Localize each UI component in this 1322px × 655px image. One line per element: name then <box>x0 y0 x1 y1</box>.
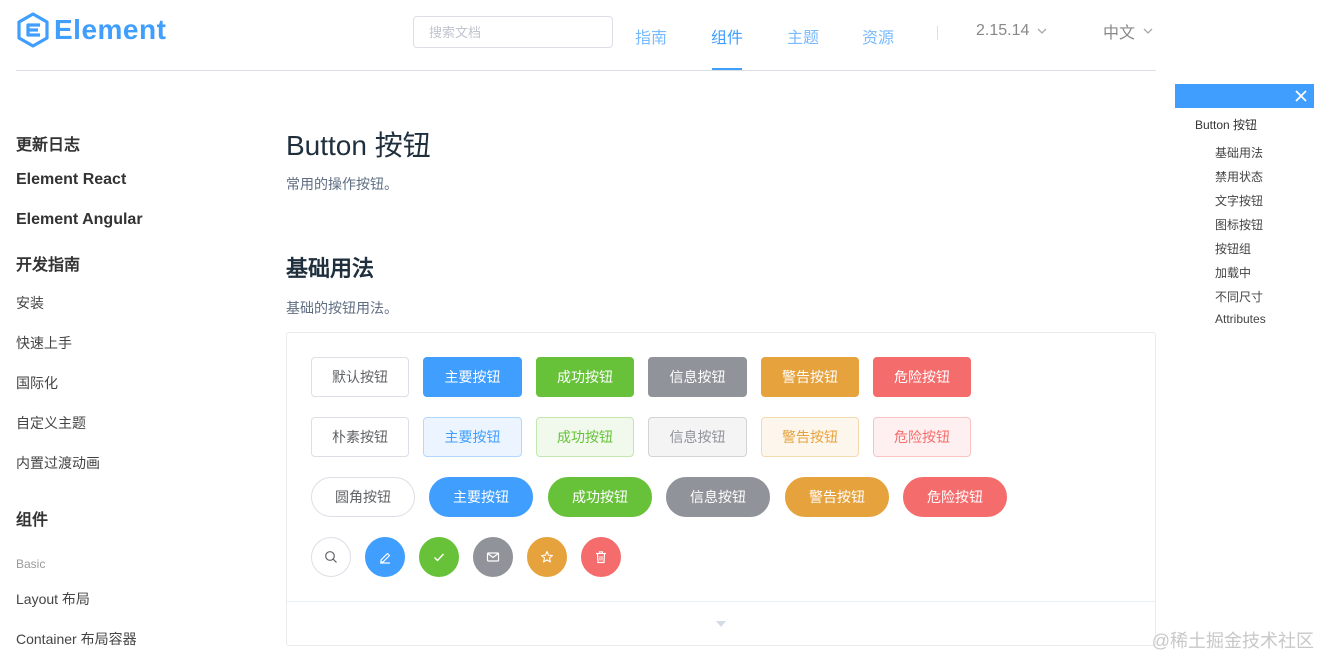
warning-button[interactable]: 警告按钮 <box>761 357 859 397</box>
toc-header-bar <box>1175 84 1314 108</box>
delete-icon <box>596 551 606 564</box>
watermark: @稀土掘金技术社区 <box>1151 631 1314 651</box>
logo-text: Element <box>54 14 167 45</box>
sidebar-item-container[interactable]: Container 布局容器 <box>16 629 137 649</box>
language-label: 中文 <box>1103 24 1136 42</box>
section-title: 基础用法 <box>286 256 375 281</box>
sidebar-item-quickstart[interactable]: 快速上手 <box>16 333 72 353</box>
toc-item-text-button[interactable]: 文字按钮 <box>1215 192 1263 209</box>
language-dropdown[interactable]: 中文 <box>1103 0 1153 61</box>
sidebar-item-transition[interactable]: 内置过渡动画 <box>16 453 100 473</box>
toc-title[interactable]: Button 按钮 <box>1195 116 1257 133</box>
nav-divider <box>937 26 938 40</box>
plain-success-button[interactable]: 成功按钮 <box>536 417 634 457</box>
circle-search-button[interactable] <box>311 537 351 577</box>
sidebar-item-element-react[interactable]: Element React <box>16 171 126 189</box>
plain-primary-button[interactable]: 主要按钮 <box>423 417 522 457</box>
demo-expand-toggle[interactable] <box>287 601 1155 645</box>
version-label: 2.15.14 <box>976 21 1030 39</box>
round-success-button[interactable]: 成功按钮 <box>548 477 652 517</box>
page-title: Button 按钮 <box>286 130 431 161</box>
search-input[interactable] <box>413 16 613 48</box>
plain-info-button[interactable]: 信息按钮 <box>648 417 747 457</box>
info-button[interactable]: 信息按钮 <box>648 357 747 397</box>
sidebar-item-layout[interactable]: Layout 布局 <box>16 589 90 609</box>
nav-resources[interactable]: 资源 <box>862 0 894 71</box>
toc-item-loading[interactable]: 加载中 <box>1215 264 1251 281</box>
search-icon <box>325 551 337 563</box>
circle-edit-button[interactable] <box>365 537 405 577</box>
chevron-down-icon <box>1037 28 1047 34</box>
plain-warning-button[interactable]: 警告按钮 <box>761 417 859 457</box>
version-dropdown[interactable]: 2.15.14 <box>976 0 1047 61</box>
toc-item-basic[interactable]: 基础用法 <box>1215 144 1263 161</box>
round-primary-button[interactable]: 主要按钮 <box>429 477 533 517</box>
star-icon <box>540 550 554 563</box>
round-danger-button[interactable]: 危险按钮 <box>903 477 1007 517</box>
circle-delete-button[interactable] <box>581 537 621 577</box>
element-logo-icon <box>17 12 49 48</box>
danger-button[interactable]: 危险按钮 <box>873 357 971 397</box>
success-button[interactable]: 成功按钮 <box>536 357 634 397</box>
default-button[interactable]: 默认按钮 <box>311 357 409 397</box>
toc-item-attributes[interactable]: Attributes <box>1215 312 1266 326</box>
close-icon[interactable] <box>1294 89 1308 103</box>
nav-guide[interactable]: 指南 <box>635 0 667 71</box>
page-description: 常用的操作按钮。 <box>286 176 398 192</box>
message-icon <box>486 552 500 562</box>
nav-active-indicator <box>712 68 742 70</box>
circle-message-button[interactable] <box>473 537 513 577</box>
sidebar-heading-components: 组件 <box>16 512 49 529</box>
toc-item-sizes[interactable]: 不同尺寸 <box>1215 288 1263 305</box>
sidebar-group-basic: Basic <box>16 557 46 571</box>
toc-item-disabled[interactable]: 禁用状态 <box>1215 168 1263 185</box>
section-description: 基础的按钮用法。 <box>286 300 398 316</box>
round-info-button[interactable]: 信息按钮 <box>666 477 770 517</box>
plain-danger-button[interactable]: 危险按钮 <box>873 417 971 457</box>
caret-down-icon <box>716 620 726 627</box>
nav-components[interactable]: 组件 <box>711 0 743 71</box>
sidebar-item-changelog[interactable]: 更新日志 <box>16 131 80 155</box>
nav-theme[interactable]: 主题 <box>787 0 819 71</box>
sidebar-item-install[interactable]: 安装 <box>16 293 44 313</box>
top-header: Element 指南 组件 主题 资源 2.15.14 中文 <box>16 0 1156 71</box>
chevron-down-icon <box>1143 28 1153 34</box>
logo[interactable]: Element <box>16 12 166 48</box>
primary-button[interactable]: 主要按钮 <box>423 357 522 397</box>
edit-icon <box>380 552 391 564</box>
sidebar-item-element-angular[interactable]: Element Angular <box>16 211 143 229</box>
circle-check-button[interactable] <box>419 537 459 577</box>
toc-item-icon-button[interactable]: 图标按钮 <box>1215 216 1263 233</box>
sidebar-item-i18n[interactable]: 国际化 <box>16 373 58 393</box>
sidebar-heading-dev-guide: 开发指南 <box>16 257 81 274</box>
round-warning-button[interactable]: 警告按钮 <box>785 477 889 517</box>
check-icon <box>434 553 445 562</box>
round-button[interactable]: 圆角按钮 <box>311 477 415 517</box>
sidebar-item-custom-theme[interactable]: 自定义主题 <box>16 413 86 433</box>
toc-item-button-group[interactable]: 按钮组 <box>1215 240 1251 257</box>
plain-button[interactable]: 朴素按钮 <box>311 417 409 457</box>
demo-block: 默认按钮 主要按钮 成功按钮 信息按钮 警告按钮 危险按钮 朴素按钮 主要按钮 … <box>286 332 1156 646</box>
circle-star-button[interactable] <box>527 537 567 577</box>
